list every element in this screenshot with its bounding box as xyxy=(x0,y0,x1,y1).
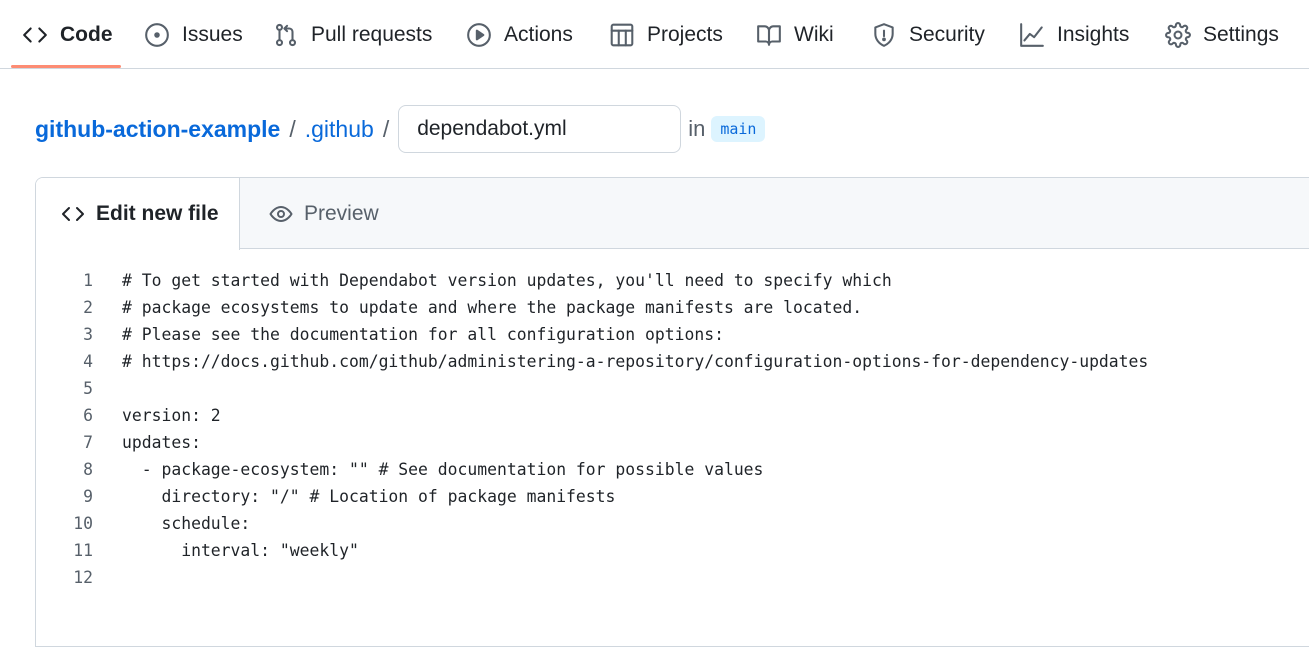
nav-tab-label: Projects xyxy=(647,22,723,46)
breadcrumb-folder-link[interactable]: .github xyxy=(305,116,374,143)
line-number: 8 xyxy=(83,460,93,479)
line-content: schedule: xyxy=(122,514,251,533)
breadcrumb-separator: / xyxy=(289,115,296,142)
line-content: # package ecosystems to update and where… xyxy=(122,298,863,317)
branch-badge: main xyxy=(711,116,766,142)
code-line[interactable]: 11 interval: "weekly" xyxy=(36,537,1309,564)
nav-tab-insights[interactable]: Insights xyxy=(1019,0,1129,69)
code-line[interactable]: 10 schedule: xyxy=(36,510,1309,537)
code-area[interactable]: 1 # To get started with Dependabot versio… xyxy=(36,267,1309,591)
line-number: 11 xyxy=(73,541,93,560)
nav-tab-security[interactable]: Security xyxy=(871,0,985,69)
nav-tab-label: Settings xyxy=(1203,22,1279,46)
code-line[interactable]: 3 # Please see the documentation for all … xyxy=(36,321,1309,348)
line-number: 10 xyxy=(73,514,93,533)
in-label: in xyxy=(688,116,706,141)
tab-label: Preview xyxy=(304,201,379,225)
breadcrumb-separator: / xyxy=(382,115,390,142)
repo-nav: Code Issues Pull requests Actions Projec… xyxy=(0,0,1309,69)
tab-preview[interactable]: Preview xyxy=(269,178,379,249)
code-line[interactable]: 9 directory: "/" # Location of package m… xyxy=(36,483,1309,510)
line-number: 12 xyxy=(73,568,93,587)
tab-edit-new-file[interactable]: Edit new file xyxy=(36,178,240,250)
nav-tab-label: Insights xyxy=(1057,22,1130,46)
active-tab-indicator xyxy=(11,65,121,68)
line-content: updates: xyxy=(122,433,201,452)
book-icon xyxy=(756,22,782,48)
code-icon xyxy=(62,207,84,221)
nav-tab-wiki[interactable]: Wiki xyxy=(756,0,834,69)
nav-tab-settings[interactable]: Settings xyxy=(1165,0,1279,69)
shield-icon xyxy=(871,22,897,48)
nav-tab-label: Actions xyxy=(504,22,573,46)
line-content: interval: "weekly" xyxy=(122,541,359,560)
nav-tab-label: Issues xyxy=(182,22,243,46)
line-content: # https://docs.github.com/github/adminis… xyxy=(122,352,1149,371)
line-number: 1 xyxy=(83,271,93,290)
gear-icon xyxy=(1165,21,1191,48)
line-number: 9 xyxy=(83,487,93,506)
table-icon xyxy=(609,22,635,48)
code-line[interactable]: 6 version: 2 xyxy=(36,402,1309,429)
breadcrumb-repo-link[interactable]: github-action-example xyxy=(35,116,280,143)
tab-label: Edit new file xyxy=(96,202,219,225)
nav-tab-code[interactable]: Code xyxy=(22,0,113,69)
nav-tab-label: Wiki xyxy=(794,22,834,46)
nav-tab-issues[interactable]: Issues xyxy=(144,0,243,69)
line-content: - package-ecosystem: "" # See documentat… xyxy=(122,460,764,479)
filename-input[interactable] xyxy=(398,105,682,153)
code-icon xyxy=(22,22,48,48)
line-number: 3 xyxy=(83,325,93,344)
line-content: version: 2 xyxy=(122,406,221,425)
line-number: 2 xyxy=(83,298,93,317)
graph-icon xyxy=(1019,22,1045,48)
code-line[interactable]: 8 - package-ecosystem: "" # See document… xyxy=(36,456,1309,483)
line-content: directory: "/" # Location of package man… xyxy=(122,487,616,506)
editor-tabs: Edit new file Preview xyxy=(36,178,1309,250)
line-number: 4 xyxy=(83,352,93,371)
code-line[interactable]: 5 xyxy=(36,375,1309,402)
line-number: 5 xyxy=(83,379,93,398)
line-number: 6 xyxy=(83,406,93,425)
pull-request-icon xyxy=(273,22,299,48)
issue-circle-icon xyxy=(144,22,170,48)
eye-icon xyxy=(269,205,293,222)
nav-tab-pull-requests[interactable]: Pull requests xyxy=(273,0,432,69)
line-content: # Please see the documentation for all c… xyxy=(122,325,724,344)
nav-tab-label: Security xyxy=(909,22,985,46)
code-line[interactable]: 4 # https://docs.github.com/github/admini… xyxy=(36,348,1309,375)
code-line[interactable]: 1 # To get started with Dependabot versio… xyxy=(36,267,1309,294)
code-line[interactable]: 7 updates: xyxy=(36,429,1309,456)
code-line[interactable]: 2 # package ecosystems to update and wher… xyxy=(36,294,1309,321)
file-editor: Edit new file Preview 1 # To get started … xyxy=(35,177,1309,647)
nav-tab-actions[interactable]: Actions xyxy=(466,0,573,69)
line-number: 7 xyxy=(83,433,93,452)
nav-tab-projects[interactable]: Projects xyxy=(609,0,723,69)
breadcrumb: github-action-example / .github / in mai… xyxy=(35,105,766,153)
line-content: # To get started with Dependabot version… xyxy=(122,271,892,290)
play-circle-icon xyxy=(466,22,492,48)
nav-tab-label: Pull requests xyxy=(311,22,433,46)
nav-tab-label: Code xyxy=(60,22,113,46)
code-line[interactable]: 12 xyxy=(36,564,1309,591)
